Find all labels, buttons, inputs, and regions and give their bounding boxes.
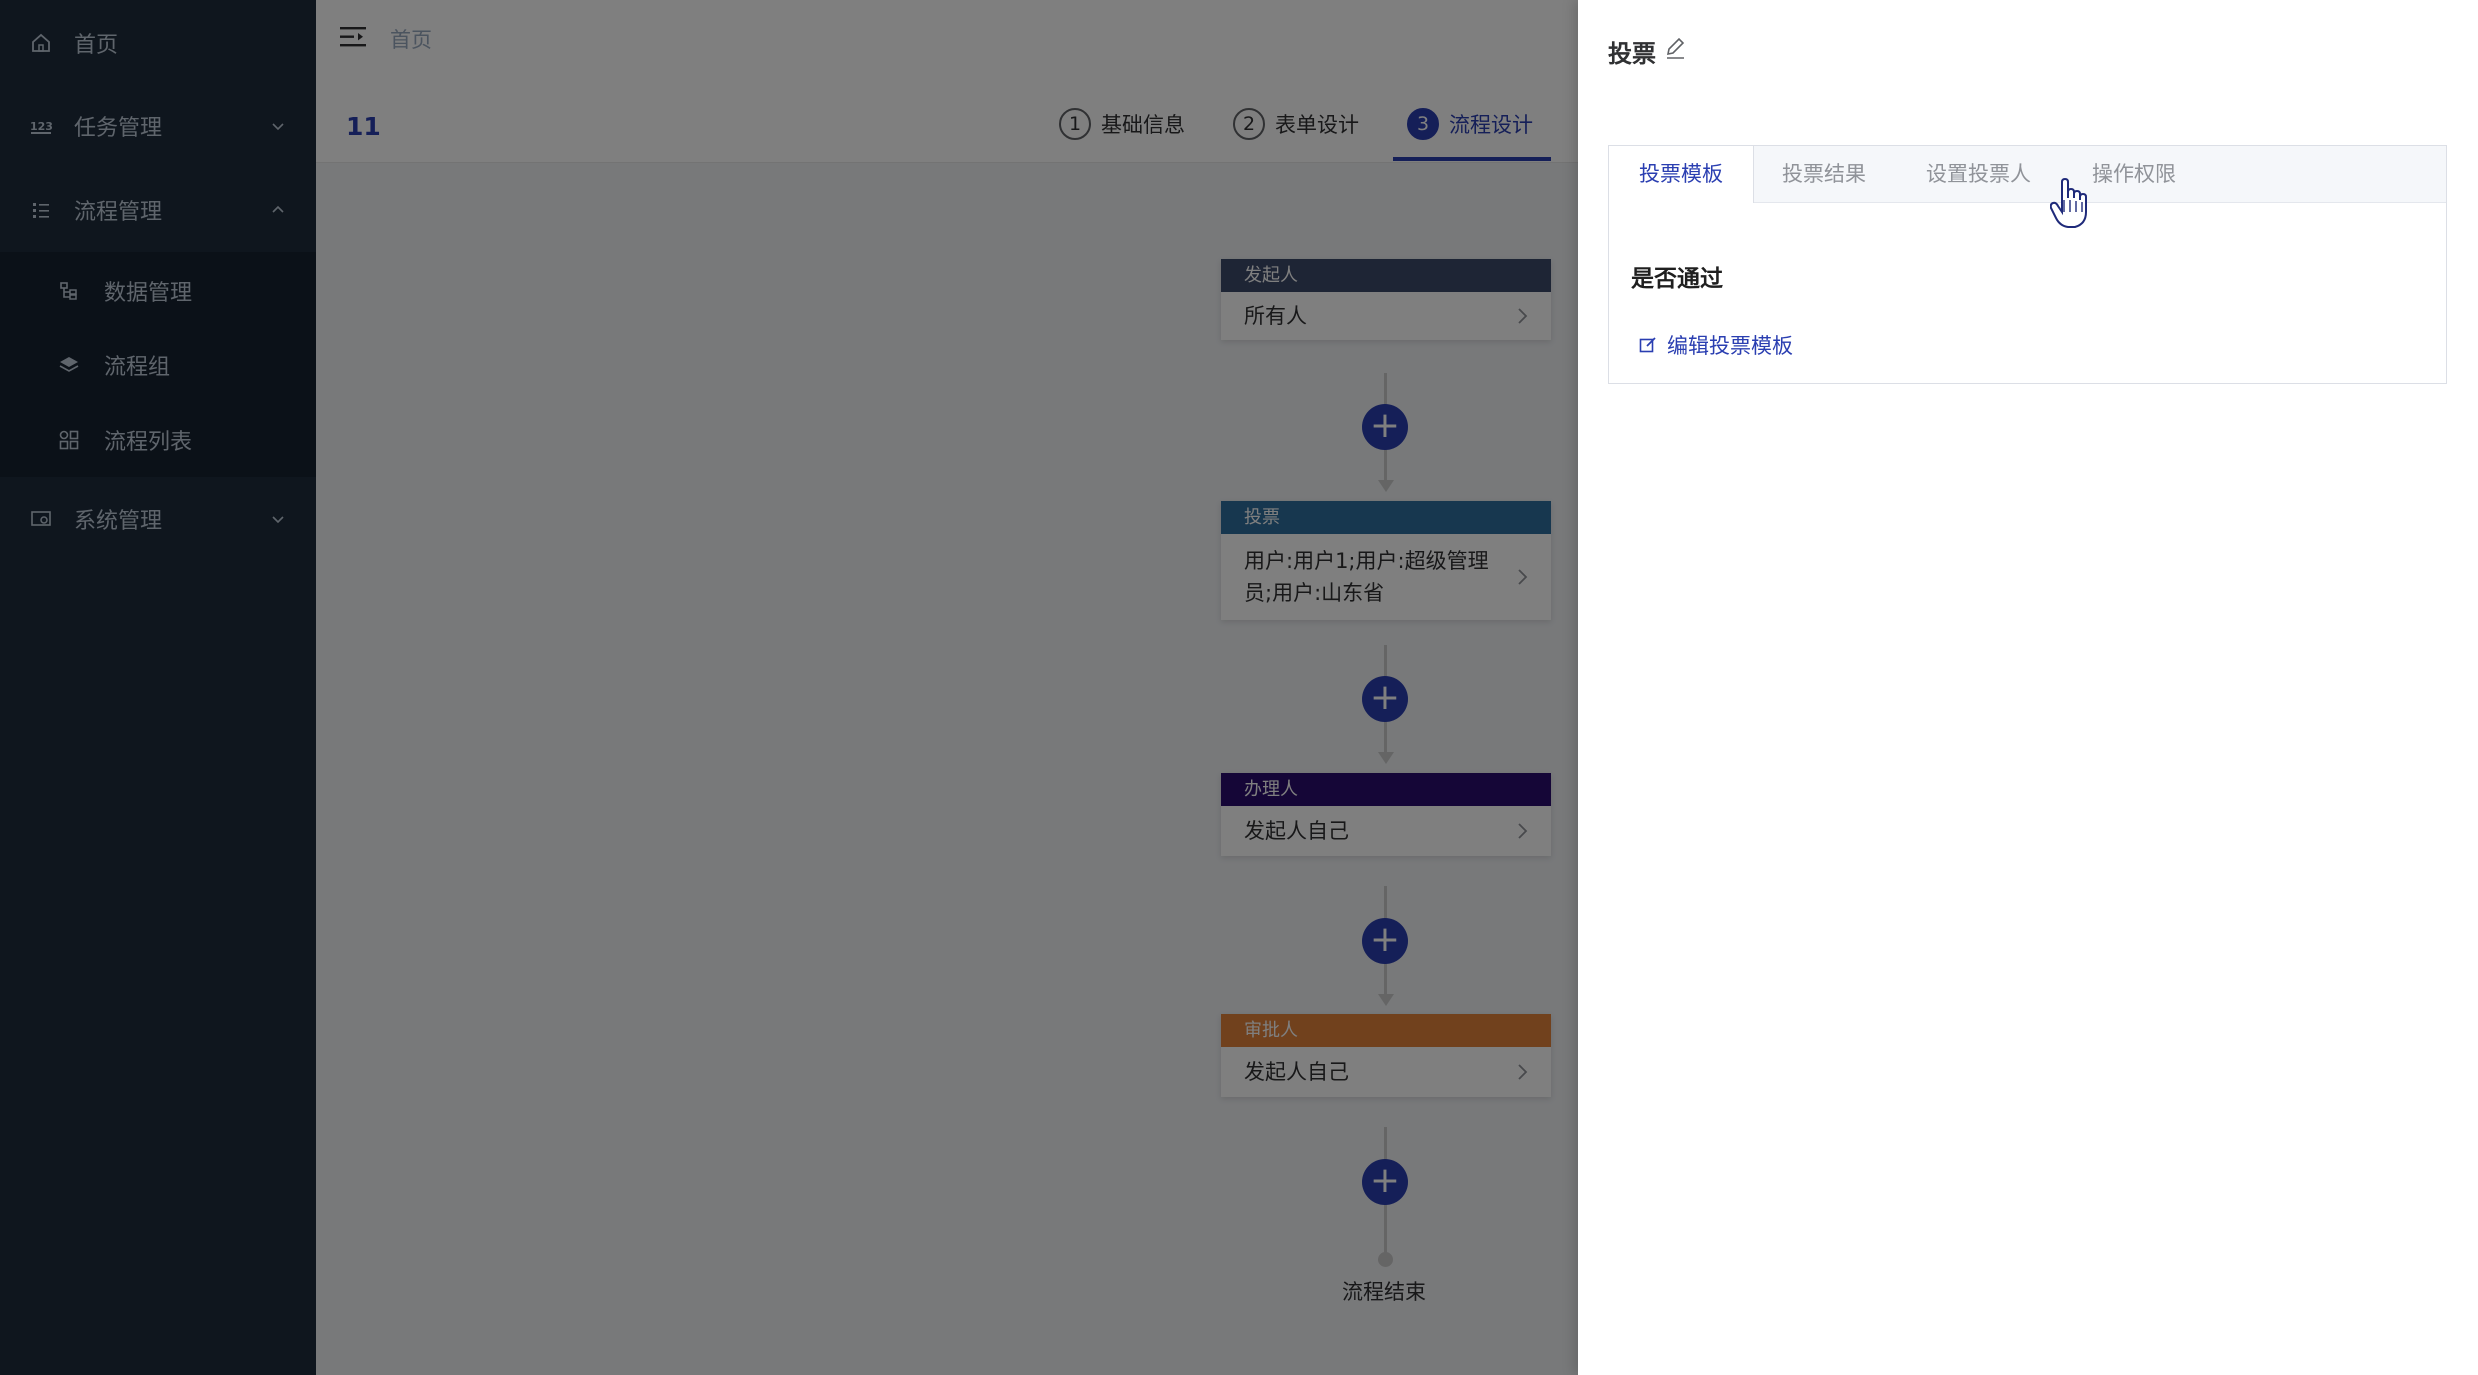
step-process-design[interactable]: 3 流程设计 <box>1407 106 1533 142</box>
flow-end-dot <box>1378 1252 1393 1267</box>
sidebar-item-process-list[interactable]: 流程列表 <box>0 403 316 477</box>
sidebar-item-process-group[interactable]: 流程组 <box>0 328 316 402</box>
sidebar-item-label: 任务管理 <box>74 116 163 141</box>
node-type-label: 发起人 <box>1221 259 1551 292</box>
edit-link-label: 编辑投票模板 <box>1667 334 1793 358</box>
svg-text:123: 123 <box>30 120 52 133</box>
flow-node-approver[interactable]: 审批人 发起人自己 <box>1221 1014 1551 1097</box>
node-content: 用户:用户1;用户:超级管理员;用户:山东省 <box>1244 549 1489 605</box>
step-basic-info[interactable]: 1 基础信息 <box>1059 106 1185 142</box>
sidebar-item-home[interactable]: 首页 <box>0 3 316 83</box>
flow-node-initiator[interactable]: 发起人 所有人 <box>1221 259 1551 340</box>
chevron-down-icon <box>272 516 284 524</box>
chevron-up-icon <box>272 205 284 213</box>
tab-permissions[interactable]: 操作权限 <box>2092 146 2176 202</box>
edit-vote-template-link[interactable]: 编辑投票模板 <box>1639 330 1793 360</box>
edit-icon <box>1639 337 1656 353</box>
breadcrumb[interactable]: 首页 <box>390 24 432 54</box>
sidebar-item-system[interactable]: 系统管理 <box>0 479 316 559</box>
task-icon: 123 <box>30 120 52 134</box>
flow-arrow <box>1378 994 1394 1006</box>
tab-vote-template[interactable]: 投票模板 <box>1609 146 1754 203</box>
sub-item-label: 数据管理 <box>104 281 193 306</box>
process-name: 11 <box>346 112 381 141</box>
sidebar-item-label: 系统管理 <box>74 509 163 534</box>
process-icon <box>33 203 49 218</box>
chevron-right-icon <box>1518 1064 1528 1080</box>
sidebar-item-task[interactable]: 123 任务管理 <box>0 86 316 166</box>
drawer-title: 投票 <box>1608 40 1656 68</box>
step-label: 流程设计 <box>1449 113 1533 137</box>
add-node-button[interactable]: + <box>1362 404 1408 450</box>
step-number: 3 <box>1407 108 1439 140</box>
system-icon <box>31 511 51 526</box>
tabs-header: 投票模板 投票结果 设置投票人 操作权限 <box>1609 146 2446 203</box>
add-node-button[interactable]: + <box>1362 918 1408 964</box>
add-node-button[interactable]: + <box>1362 1159 1408 1205</box>
sidebar-item-process[interactable]: 流程管理 <box>0 170 316 250</box>
edit-pen-icon[interactable] <box>1664 36 1686 60</box>
sub-item-label: 流程列表 <box>104 430 193 455</box>
data-icon <box>60 282 77 300</box>
sidebar-item-data-management[interactable]: 数据管理 <box>0 254 316 328</box>
tab-set-voters[interactable]: 设置投票人 <box>1926 146 2031 202</box>
node-settings-drawer: 投票 投票模板 投票结果 设置投票人 操作权限 是否通过 编辑投票模板 <box>1578 0 2478 1375</box>
layers-icon <box>59 357 79 372</box>
hand-cursor-icon <box>2050 178 2087 228</box>
step-form-design[interactable]: 2 表单设计 <box>1233 106 1359 142</box>
node-content: 所有人 <box>1244 304 1307 328</box>
node-type-label: 办理人 <box>1221 773 1551 806</box>
sidebar-item-label: 流程管理 <box>74 200 163 225</box>
step-label: 表单设计 <box>1275 113 1359 137</box>
node-content: 发起人自己 <box>1244 819 1349 843</box>
step-number: 2 <box>1233 108 1265 140</box>
step-number: 1 <box>1059 108 1091 140</box>
grid-icon <box>59 430 79 450</box>
add-node-button[interactable]: + <box>1362 676 1408 722</box>
flow-arrow <box>1378 480 1394 492</box>
node-type-label: 投票 <box>1221 501 1551 534</box>
tabs-container: 投票模板 投票结果 设置投票人 操作权限 是否通过 编辑投票模板 <box>1608 145 2447 384</box>
flow-node-handler[interactable]: 办理人 发起人自己 <box>1221 773 1551 856</box>
active-step-underline <box>1393 157 1551 161</box>
node-content: 发起人自己 <box>1244 1060 1349 1084</box>
sidebar-item-label: 首页 <box>74 33 119 58</box>
home-icon <box>32 33 50 52</box>
chevron-right-icon <box>1518 569 1528 585</box>
tab-vote-result[interactable]: 投票结果 <box>1782 146 1866 202</box>
chevron-right-icon <box>1518 823 1528 839</box>
flow-arrow <box>1378 752 1394 764</box>
sub-item-label: 流程组 <box>104 355 171 380</box>
template-title: 是否通过 <box>1631 266 1723 292</box>
chevron-down-icon <box>272 123 284 131</box>
node-type-label: 审批人 <box>1221 1014 1551 1047</box>
menu-fold-icon[interactable] <box>340 26 366 48</box>
sidebar: 首页 123 任务管理 流程管理 数据管理 流程组 流程列表 系统管理 <box>0 0 316 1375</box>
flow-node-vote[interactable]: 投票 用户:用户1;用户:超级管理员;用户:山东省 <box>1221 501 1551 620</box>
flow-end-label: 流程结束 <box>1342 1280 1426 1304</box>
chevron-right-icon <box>1518 308 1528 324</box>
step-label: 基础信息 <box>1101 113 1185 137</box>
